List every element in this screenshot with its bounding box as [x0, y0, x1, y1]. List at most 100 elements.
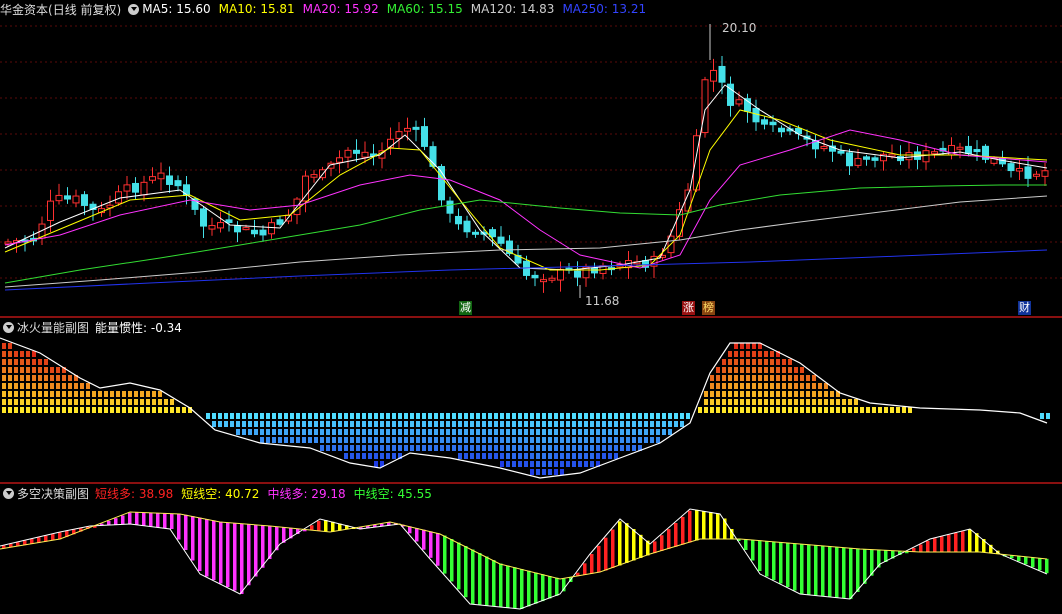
main-chart-panel[interactable]: 华金资本 (日线 前复权) MA5: 15.60 MA10: 15.81 MA2… — [0, 0, 1062, 316]
energy-bar-hot — [122, 399, 126, 405]
energy-bar-cold — [296, 413, 300, 419]
energy-bar-hot — [164, 407, 168, 413]
decision-bar — [681, 516, 685, 545]
energy-bar-cold — [470, 421, 474, 427]
energy-bar-cold — [284, 437, 288, 443]
energy-bar-hot — [710, 391, 714, 397]
energy-bar-cold — [656, 413, 660, 419]
energy-chart[interactable] — [0, 318, 1062, 482]
candle-body — [820, 146, 828, 150]
energy-bar-cold — [596, 445, 600, 451]
energy-bar-hot — [722, 375, 726, 381]
energy-bar-hot — [26, 375, 30, 381]
energy-bar-cold — [626, 437, 630, 443]
energy-bar-hot — [710, 375, 714, 381]
energy-bar-cold — [1046, 413, 1050, 419]
decision-bar — [492, 560, 496, 607]
energy-bar-hot — [170, 399, 174, 405]
candle-body — [140, 181, 148, 196]
chevron-down-icon[interactable] — [3, 487, 14, 499]
energy-bar-hot — [722, 407, 726, 413]
energy-bar-hot — [116, 407, 120, 413]
decision-chart[interactable] — [0, 484, 1062, 614]
energy-bar-cold — [500, 461, 504, 467]
energy-bar-cold — [392, 429, 396, 435]
energy-bar-hot — [752, 343, 756, 349]
energy-bar-hot — [776, 359, 780, 365]
chevron-down-icon[interactable] — [3, 321, 14, 333]
energy-bar-hot — [68, 375, 72, 381]
decision-bar — [842, 547, 846, 599]
chevron-down-icon[interactable] — [128, 3, 140, 15]
energy-bar-cold — [422, 429, 426, 435]
energy-bar-hot — [134, 391, 138, 397]
energy-bar-cold — [560, 469, 564, 475]
energy-bar-hot — [770, 399, 774, 405]
energy-bar-hot — [80, 383, 84, 389]
energy-bar-hot — [32, 359, 36, 365]
energy-bar-hot — [758, 407, 762, 413]
energy-bar-hot — [14, 407, 18, 413]
candle-body — [761, 119, 768, 125]
energy-bar-hot — [794, 391, 798, 397]
tag-finance[interactable]: 财 — [1018, 301, 1031, 315]
energy-bar-cold — [548, 413, 552, 419]
energy-bar-hot — [794, 399, 798, 405]
energy-bar-hot — [770, 351, 774, 357]
energy-bar-hot — [848, 407, 852, 413]
energy-bar-cold — [254, 421, 258, 427]
energy-bar-cold — [674, 421, 678, 427]
energy-bar-hot — [722, 367, 726, 373]
energy-bar-cold — [506, 453, 510, 459]
energy-bar-cold — [464, 445, 468, 451]
energy-bar-cold — [350, 453, 354, 459]
energy-bar-cold — [314, 413, 318, 419]
decision-bar — [310, 525, 314, 530]
candle-body — [268, 222, 275, 235]
decision-panel[interactable]: 多空决策副图 短线多: 38.98 短线空: 40.72 中线多: 29.18 … — [0, 484, 1062, 614]
energy-bar-hot — [782, 407, 786, 413]
energy-bar-cold — [494, 421, 498, 427]
energy-bar-hot — [746, 383, 750, 389]
energy-bar-cold — [386, 421, 390, 427]
energy-bar-hot — [14, 391, 18, 397]
energy-bar-cold — [410, 421, 414, 427]
energy-panel[interactable]: 冰火量能副图 能量惯性: -0.34 — [0, 318, 1062, 482]
candlestick-chart[interactable] — [0, 0, 1062, 316]
decision-bar — [597, 545, 601, 573]
energy-bar-hot — [752, 399, 756, 405]
decision-bar — [429, 531, 433, 558]
energy-bar-hot — [86, 383, 90, 389]
energy-bar-hot — [716, 375, 720, 381]
energy-bar-cold — [518, 445, 522, 451]
energy-bar-cold — [410, 437, 414, 443]
energy-bar-cold — [392, 413, 396, 419]
energy-bar-cold — [266, 413, 270, 419]
energy-bar-hot — [128, 399, 132, 405]
energy-bar-cold — [578, 429, 582, 435]
energy-bar-cold — [548, 421, 552, 427]
decision-bar — [926, 541, 930, 552]
candle-body — [404, 127, 411, 132]
energy-bar-cold — [464, 421, 468, 427]
decision-bar — [163, 513, 167, 529]
tag-list[interactable]: 榜 — [702, 301, 715, 315]
energy-bar-hot — [722, 359, 726, 365]
energy-bar-hot — [734, 367, 738, 373]
decision-bar — [177, 513, 181, 540]
energy-bar-hot — [62, 391, 66, 397]
energy-bar-cold — [422, 413, 426, 419]
decision-bar — [947, 534, 951, 552]
energy-bar-cold — [362, 429, 366, 435]
energy-bar-hot — [128, 391, 132, 397]
energy-bar-cold — [344, 453, 348, 459]
energy-bar-cold — [368, 413, 372, 419]
energy-bar-hot — [800, 407, 804, 413]
energy-bar-cold — [488, 421, 492, 427]
tag-rise[interactable]: 涨 — [682, 301, 695, 315]
energy-bar-hot — [752, 375, 756, 381]
tag-reduce[interactable]: 减 — [459, 301, 472, 315]
energy-bar-hot — [8, 407, 12, 413]
decision-bar — [198, 517, 202, 571]
energy-bar-hot — [722, 391, 726, 397]
